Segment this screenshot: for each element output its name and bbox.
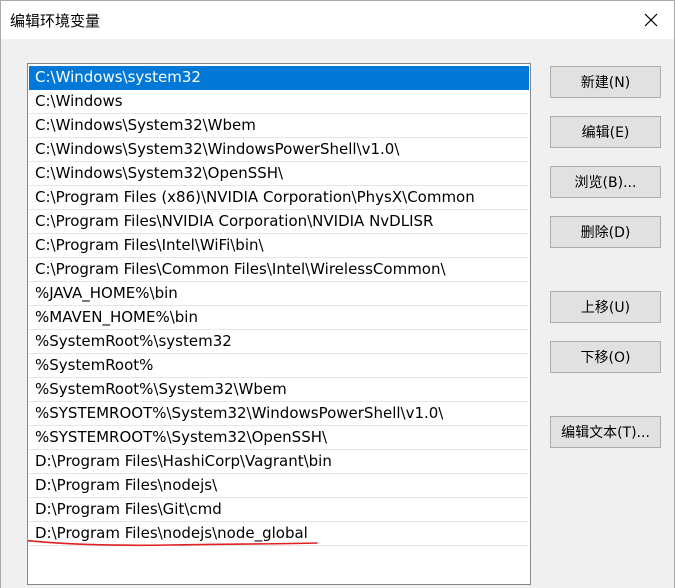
- path-list-item[interactable]: %SYSTEMROOT%\System32\OpenSSH\: [29, 426, 529, 450]
- path-list-item[interactable]: C:\Program Files\Intel\WiFi\bin\: [29, 234, 529, 258]
- path-list-item-label: %SystemRoot%\system32: [35, 332, 232, 350]
- path-list-item[interactable]: C:\Program Files (x86)\NVIDIA Corporatio…: [29, 186, 529, 210]
- path-list-item[interactable]: D:\Program Files\nodejs\node_global: [28, 522, 529, 547]
- path-list-item-label: C:\Program Files\NVIDIA Corporation\NVID…: [35, 212, 434, 230]
- path-list-item-label: C:\Windows: [35, 92, 123, 110]
- path-list-item-label: D:\Program Files\Git\cmd: [35, 500, 222, 518]
- path-list-item-label: C:\Windows\System32\OpenSSH\: [35, 164, 284, 182]
- path-list[interactable]: C:\Windows\system32 C:\Windows C:\Windows\…: [27, 63, 531, 585]
- dialog-title: 编辑环境变量: [10, 12, 101, 30]
- path-list-item-label: %MAVEN_HOME%\bin: [35, 308, 198, 326]
- path-list-item[interactable]: D:\Program Files\HashiCorp\Vagrant\bin: [29, 450, 529, 474]
- path-list-item[interactable]: D:\Program Files\nodejs\: [29, 474, 529, 498]
- path-list-item[interactable]: C:\Program Files\NVIDIA Corporation\NVID…: [29, 210, 529, 234]
- delete-button[interactable]: 删除(D): [550, 216, 661, 248]
- path-list-item-label: C:\Program Files\Intel\WiFi\bin\: [35, 236, 264, 254]
- path-list-item[interactable]: %JAVA_HOME%\bin: [29, 282, 529, 306]
- path-list-item-label: %SYSTEMROOT%\System32\OpenSSH\: [35, 428, 328, 446]
- path-list-item[interactable]: %SYSTEMROOT%\System32\WindowsPowerShell\…: [29, 402, 529, 426]
- path-list-item-label: D:\Program Files\nodejs\node_global: [28, 524, 318, 547]
- path-list-item[interactable]: D:\Program Files\Git\cmd: [29, 498, 529, 522]
- path-list-item-label: %SystemRoot%: [35, 356, 154, 374]
- move-down-button[interactable]: 下移(O): [550, 341, 661, 373]
- browse-button[interactable]: 浏览(B)...: [550, 166, 661, 198]
- path-list-item-label: %JAVA_HOME%\bin: [35, 284, 178, 302]
- close-icon: [644, 13, 658, 27]
- path-list-item[interactable]: C:\Program Files\Common Files\Intel\Wire…: [29, 258, 529, 282]
- path-list-item-label: D:\Program Files\nodejs\: [35, 476, 218, 494]
- path-list-item-label: C:\Program Files (x86)\NVIDIA Corporatio…: [35, 188, 475, 206]
- path-list-item-label: C:\Program Files\Common Files\Intel\Wire…: [35, 260, 446, 278]
- path-list-item-label: C:\Windows\system32: [35, 68, 201, 86]
- path-list-item[interactable]: %MAVEN_HOME%\bin: [29, 306, 529, 330]
- path-list-item[interactable]: %SystemRoot%: [29, 354, 529, 378]
- path-list-item-label: %SystemRoot%\System32\Wbem: [35, 380, 287, 398]
- title-bar: 编辑环境变量: [1, 1, 674, 39]
- edit-env-variable-dialog: 编辑环境变量 C:\Windows\system32 C:\Windows C:\W…: [0, 0, 675, 588]
- close-button[interactable]: [628, 1, 674, 39]
- path-list-item[interactable]: C:\Windows\System32\Wbem: [29, 114, 529, 138]
- path-list-item-label: C:\Windows\System32\WindowsPowerShell\v1…: [35, 140, 400, 158]
- new-button[interactable]: 新建(N): [550, 66, 661, 98]
- path-list-item-label: D:\Program Files\HashiCorp\Vagrant\bin: [35, 452, 332, 470]
- edit-button[interactable]: 编辑(E): [550, 116, 661, 148]
- path-list-item[interactable]: C:\Windows\System32\WindowsPowerShell\v1…: [29, 138, 529, 162]
- move-up-button[interactable]: 上移(U): [550, 291, 661, 323]
- red-underline-annotation: [28, 539, 318, 547]
- path-list-item-label: %SYSTEMROOT%\System32\WindowsPowerShell\…: [35, 404, 444, 422]
- path-list-item[interactable]: C:\Windows\system32: [29, 66, 529, 90]
- path-list-item-label: C:\Windows\System32\Wbem: [35, 116, 256, 134]
- path-list-item[interactable]: C:\Windows: [29, 90, 529, 114]
- path-list-item[interactable]: %SystemRoot%\system32: [29, 330, 529, 354]
- path-list-item[interactable]: C:\Windows\System32\OpenSSH\: [29, 162, 529, 186]
- path-list-item[interactable]: %SystemRoot%\System32\Wbem: [29, 378, 529, 402]
- edit-text-button[interactable]: 编辑文本(T)...: [550, 416, 661, 448]
